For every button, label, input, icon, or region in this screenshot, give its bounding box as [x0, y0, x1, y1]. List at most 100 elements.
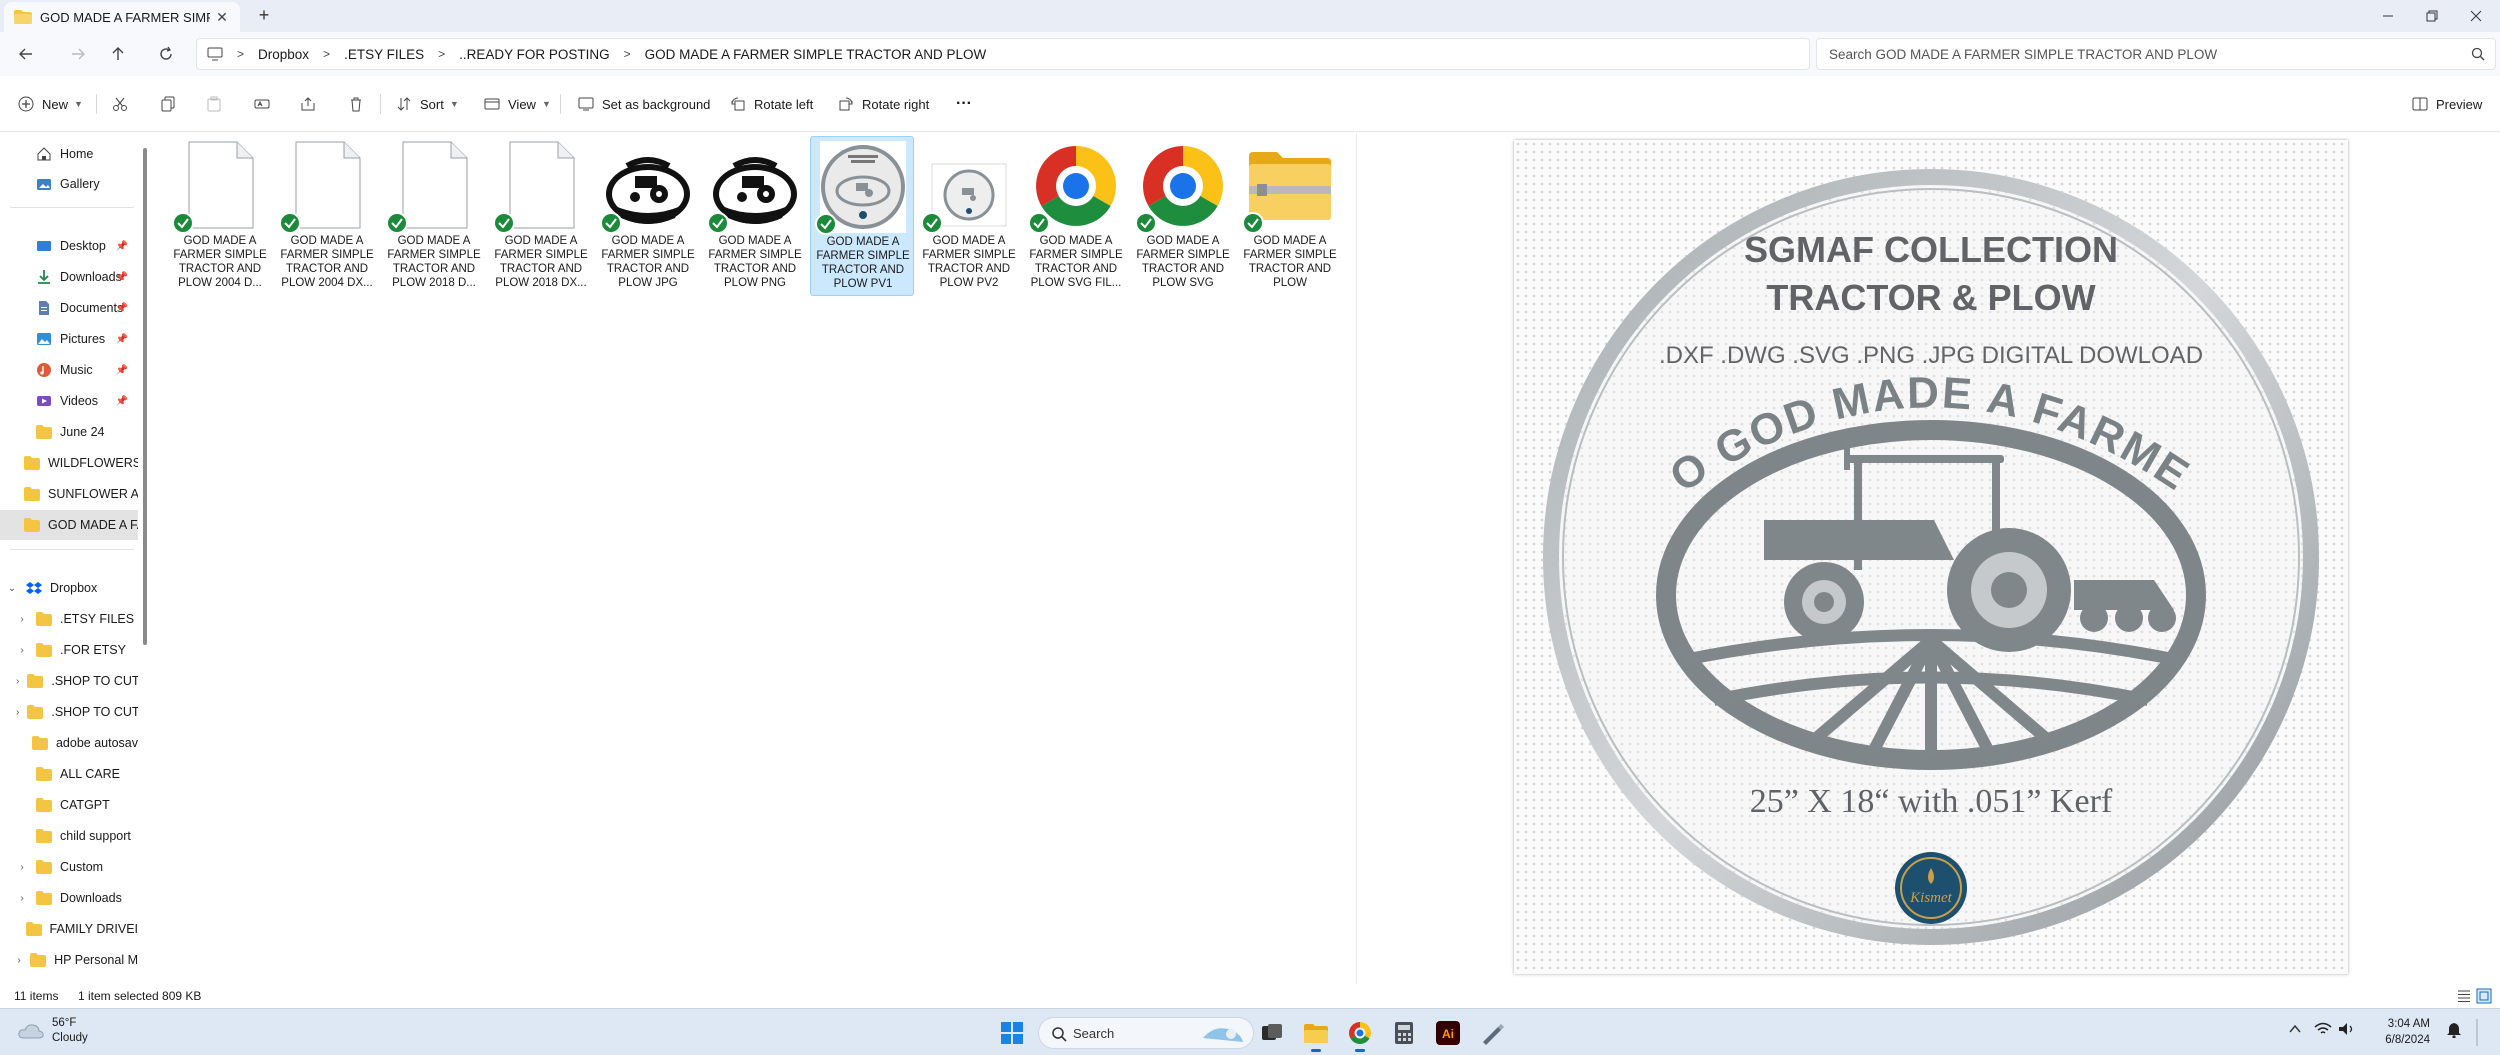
synced-check-icon: [172, 212, 194, 234]
breadcrumb-current-folder[interactable]: GOD MADE A FARMER SIMPLE TRACTOR AND PLO…: [645, 47, 987, 62]
chevron-right-icon[interactable]: ›: [16, 893, 28, 904]
details-view-button[interactable]: [2456, 988, 2472, 1004]
file-item[interactable]: GOD MADE A FARMER SIMPLE TRACTOR AND PLO…: [596, 136, 700, 296]
file-item[interactable]: GOD MADE A FARMER SIMPLE TRACTOR AND PLO…: [1131, 136, 1235, 296]
file-item[interactable]: GOD MADE A FARMER SIMPLE TRACTOR AND PLO…: [382, 136, 486, 296]
back-button[interactable]: [14, 42, 38, 66]
file-item[interactable]: GOD MADE A FARMER SIMPLE TRACTOR AND PLO…: [1024, 136, 1128, 296]
breadcrumb-ready-for-posting[interactable]: ..READY FOR POSTING: [459, 47, 610, 62]
rename-button[interactable]: [254, 92, 278, 116]
file-name: GOD MADE A FARMER SIMPLE TRACTOR AND PLO…: [494, 235, 588, 289]
taskbar-file-explorer[interactable]: [1300, 1017, 1332, 1052]
minimize-button[interactable]: [2366, 0, 2410, 32]
sidebar-item-etsy-files[interactable]: › .ETSY FILES: [0, 604, 138, 634]
chevron-right-icon[interactable]: ›: [16, 676, 19, 687]
sidebar-item-hp-personal[interactable]: › HP Personal M: [0, 945, 138, 975]
sidebar-item-wildflowers[interactable]: WILDFLOWERS I: [0, 448, 138, 478]
tab-close-icon[interactable]: ✕: [214, 9, 230, 25]
breadcrumb-etsy-files[interactable]: .ETSY FILES: [344, 47, 424, 62]
sidebar-item-for-etsy[interactable]: › .FOR ETSY: [0, 635, 138, 665]
new-button[interactable]: New ▼: [18, 92, 83, 116]
file-item-selected[interactable]: GOD MADE A FARMER SIMPLE TRACTOR AND PLO…: [810, 136, 914, 296]
chevron-right-icon[interactable]: ›: [16, 955, 22, 966]
file-item[interactable]: GOD MADE A FARMER SIMPLE TRACTOR AND PLO…: [489, 136, 593, 296]
new-tab-button[interactable]: +: [254, 6, 274, 26]
taskbar-search[interactable]: Search: [1038, 1017, 1254, 1049]
file-item[interactable]: GOD MADE A FARMER SIMPLE TRACTOR AND PLO…: [1238, 136, 1342, 296]
share-button[interactable]: [300, 92, 324, 116]
clock[interactable]: 3:04 AM 6/8/2024: [2370, 1016, 2430, 1048]
sidebar-item-dropbox[interactable]: ⌄ Dropbox: [0, 573, 138, 603]
sidebar-item-videos[interactable]: Videos 📌: [0, 386, 138, 416]
sidebar-item-documents[interactable]: Documents 📌: [0, 293, 138, 323]
large-icons-view-button[interactable]: [2476, 988, 2492, 1004]
chevron-right-icon[interactable]: ›: [16, 707, 19, 718]
wifi-icon[interactable]: [2314, 1022, 2332, 1036]
sidebar-item-label: SUNFLOWER AL: [48, 487, 138, 501]
sidebar-item-shop-to-cut-2[interactable]: › .SHOP TO CUT: [0, 697, 138, 727]
start-button[interactable]: [996, 1017, 1028, 1049]
more-options-button[interactable]: ···: [956, 92, 972, 116]
close-window-button[interactable]: [2454, 0, 2498, 32]
show-desktop-button[interactable]: [2476, 1009, 2484, 1055]
sidebar-item-downloads-dropbox[interactable]: › Downloads: [0, 883, 138, 913]
chevron-up-icon[interactable]: [2288, 1022, 2302, 1036]
notification-bell-icon[interactable]: [2446, 1022, 2462, 1038]
file-item[interactable]: GOD MADE A FARMER SIMPLE TRACTOR AND PLO…: [275, 136, 379, 296]
weather-widget[interactable]: 56°F Cloudy: [18, 1016, 88, 1046]
sidebar-item-shop-to-cut[interactable]: › .SHOP TO CUT: [0, 666, 138, 696]
breadcrumb-dropbox[interactable]: Dropbox: [258, 47, 309, 62]
pin-icon: 📌: [115, 364, 128, 376]
chevron-down-icon[interactable]: ⌄: [6, 583, 18, 594]
task-view-button[interactable]: [1256, 1017, 1288, 1049]
file-item[interactable]: GOD MADE A FARMER SIMPLE TRACTOR AND PLO…: [703, 136, 807, 296]
view-button[interactable]: View ▼: [484, 92, 551, 116]
taskbar-chrome[interactable]: [1344, 1017, 1376, 1052]
sidebar-item-downloads[interactable]: Downloads 📌: [0, 262, 138, 292]
taskbar-calculator[interactable]: [1388, 1017, 1420, 1049]
sidebar-item-home[interactable]: Home: [0, 139, 138, 169]
chevron-right-icon[interactable]: ›: [16, 862, 28, 873]
paste-button[interactable]: [206, 92, 230, 116]
forward-button[interactable]: [66, 42, 90, 66]
sidebar-item-catgpt[interactable]: CATGPT: [0, 790, 138, 820]
documents-icon: [36, 300, 52, 316]
share-icon: [300, 96, 316, 112]
sidebar-scrollbar[interactable]: [143, 148, 147, 645]
set-background-button[interactable]: Set as background: [578, 92, 710, 116]
sidebar-item-sunflower[interactable]: SUNFLOWER AL: [0, 479, 138, 509]
file-item[interactable]: GOD MADE A FARMER SIMPLE TRACTOR AND PLO…: [917, 136, 1021, 296]
cut-button[interactable]: [112, 92, 136, 116]
taskbar-cricut[interactable]: [1476, 1017, 1508, 1049]
sidebar-item-god-made-a-farmer[interactable]: GOD MADE A FA: [0, 510, 138, 540]
search-box[interactable]: Search GOD MADE A FARMER SIMPLE TRACTOR …: [1816, 38, 2496, 70]
preview-pane-button[interactable]: Preview: [2412, 92, 2482, 116]
chevron-right-icon[interactable]: ›: [16, 614, 28, 625]
taskbar-illustrator[interactable]: Ai: [1432, 1017, 1464, 1049]
volume-icon[interactable]: [2338, 1022, 2356, 1036]
sidebar-item-child-support[interactable]: child support: [0, 821, 138, 851]
sidebar-item-desktop[interactable]: Desktop 📌: [0, 231, 138, 261]
tab-title: GOD MADE A FARMER SIMPLE: [40, 9, 210, 25]
rotate-left-button[interactable]: Rotate left: [730, 92, 813, 116]
sidebar-item-pictures[interactable]: Pictures 📌: [0, 324, 138, 354]
delete-button[interactable]: [348, 92, 372, 116]
sidebar-item-family-drive[interactable]: FAMILY DRIVEI: [0, 914, 138, 944]
sidebar-item-june-24[interactable]: June 24: [0, 417, 138, 447]
tab-current[interactable]: GOD MADE A FARMER SIMPLE ✕: [4, 2, 240, 32]
address-bar[interactable]: > Dropbox > .ETSY FILES > ..READY FOR PO…: [196, 38, 1810, 70]
chevron-right-icon[interactable]: ›: [16, 645, 28, 656]
sidebar-item-custom[interactable]: › Custom: [0, 852, 138, 882]
sidebar-item-gallery[interactable]: Gallery: [0, 169, 138, 199]
rotate-right-button[interactable]: Rotate right: [838, 92, 929, 116]
up-button[interactable]: [106, 42, 130, 66]
sidebar-item-music[interactable]: Music 📌: [0, 355, 138, 385]
sort-button[interactable]: Sort ▼: [396, 92, 459, 116]
sidebar-item-all-care[interactable]: ALL CARE: [0, 759, 138, 789]
refresh-button[interactable]: [154, 42, 178, 66]
copy-button[interactable]: [160, 92, 184, 116]
file-item[interactable]: GOD MADE A FARMER SIMPLE TRACTOR AND PLO…: [168, 136, 272, 296]
maximize-button[interactable]: [2410, 0, 2454, 32]
breadcrumb-separator: >: [323, 47, 331, 61]
sidebar-item-adobe-autosave[interactable]: adobe autosav: [0, 728, 138, 758]
